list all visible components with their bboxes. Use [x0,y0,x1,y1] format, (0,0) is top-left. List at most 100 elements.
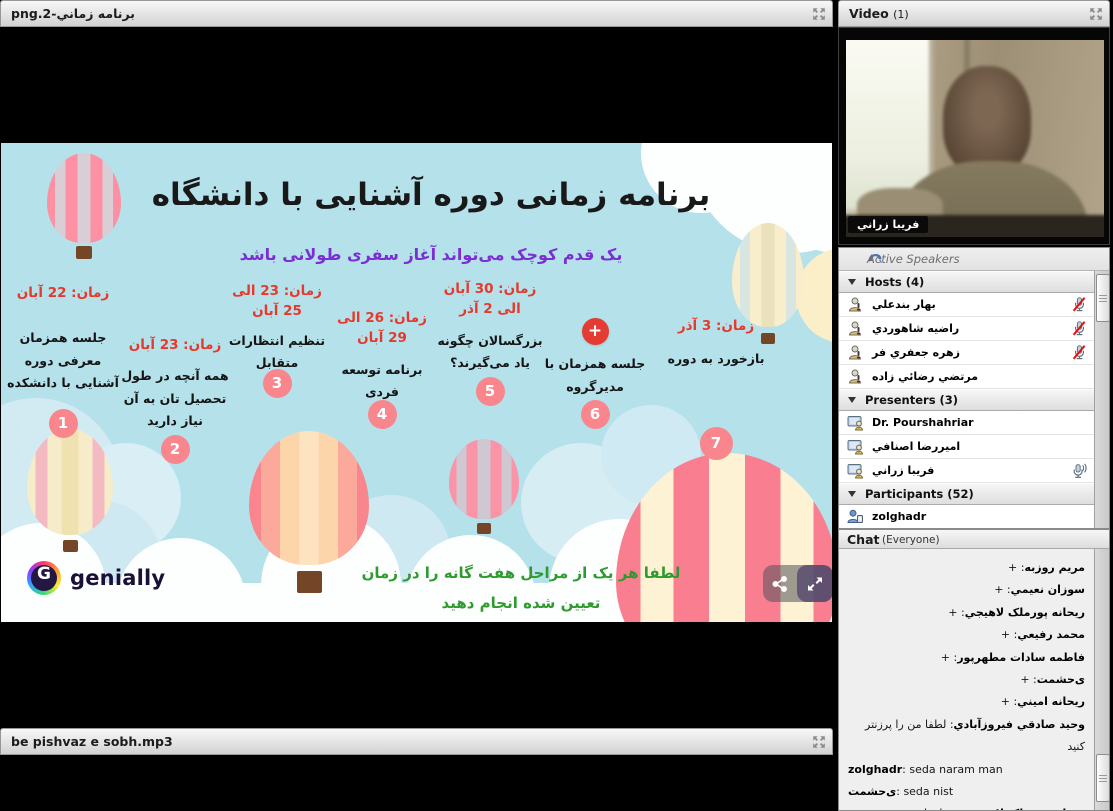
attendee-row[interactable]: Dr. Pourshahriar [839,411,1094,435]
share-pod-title: برنامه زماني-2.png [11,6,135,21]
step-description: همه آنچه در طول تحصیل تان به آن نیاز دار… [119,365,231,433]
chat-sender-name: ی‌حشمت [1037,673,1085,686]
slide-action-buttons [763,565,832,602]
host-role-icon [847,320,864,337]
video-feed [846,40,1104,237]
chat-message: وحيد صادقي فيروزآبادي: لطفا من را پرزنتر… [839,714,1094,759]
attendee-row[interactable]: زهره جعفري فر [839,341,1094,365]
pod-expand-icon-glyph [811,6,827,22]
pod-expand-icon-glyph [1088,6,1104,22]
genially-logo-icon: G [27,561,61,595]
host-role-icon [847,296,864,313]
slide-subtitle: یک قدم کوچک می‌تواند آغاز سفری طولانی با… [151,245,711,264]
chat-message-text: + [1001,628,1010,641]
step-description: برنامه توسعه فردی [331,359,433,404]
conference-window: { "colors": { "accent_red": "#e6392b", "… [0,0,1113,811]
chat-message: محمد رفيعي: + [839,624,1094,646]
attendees-scrollbar[interactable] [1094,271,1109,528]
hot-air-balloon [449,439,519,534]
share-button[interactable] [763,565,797,602]
chat-message: ی‌حشمت: seda nist [839,781,1094,803]
shared-slide: برنامه زمانی دوره آشنایی با دانشگاه یک ق… [1,143,832,622]
share-pod-titlebar: برنامه زماني-2.png [0,0,833,27]
audio-pod-titlebar: be pishvaz e sobh.mp3 [0,728,833,755]
step-date-label: زمان: 30 آبان الی 2 آذر [435,279,545,320]
step-date-label: + [582,318,609,345]
chat-message: ی‌حشمت: + [839,669,1094,691]
presenter-role-icon [847,462,864,479]
attendee-name: زهره جعفري فر [872,346,960,359]
fullscreen-button[interactable] [797,565,832,602]
attendees-scroll-thumb[interactable] [1096,274,1110,322]
genially-logo[interactable]: G genially [27,561,165,595]
chat-sender-name: ريحانه پورملک لاهيجي [965,807,1085,811]
step-description: بازخورد به دوره [651,348,781,371]
chat-title: Chat [847,532,879,547]
chat-message-text: + [941,651,950,664]
step-date-label: زمان: 23 آبان [119,335,231,355]
collapse-triangle-icon [848,397,856,403]
attendee-row[interactable]: راضيه شاهوردي [839,317,1094,341]
step-date-label: زمان: 3 آذر [651,316,781,336]
person-in-video [943,66,1031,176]
chat-sender-name: ريحانه پورملک لاهيجي [965,606,1085,619]
chat-sender-name: وحيد صادقي فيروزآبادي [954,718,1085,731]
timeline-step: زمان: 26 الی 29 آبانبرنامه توسعه فردی4 [331,308,433,429]
chat-message: ريحانه پورملک لاهيجي: + [839,602,1094,624]
video-pod-expand-button[interactable] [1088,6,1104,22]
chat-message-text: صدا نداریم [908,807,957,811]
attendee-name: فريبا زراني [872,464,934,477]
fullscreen-icon [806,575,824,593]
hot-air-balloon [27,429,113,552]
host-role-icon [847,368,864,385]
chat-scope: (Everyone) [882,534,940,546]
step-number-badge: 5 [476,377,505,406]
video-pod-titlebar: Video (1) [838,0,1110,27]
attendee-row[interactable]: مرتضي رضائي زاده [839,365,1094,389]
attendee-section-header[interactable]: Presenters (3) [839,389,1094,411]
timeline-step: زمان: 22 آبانجلسه همزمان معرفی دوره آشنا… [5,283,121,438]
chat-messages: مريم روزبه: +سوزان نعيمي: +ريحانه پورملک… [839,549,1094,811]
chat-message-text: + [1020,673,1029,686]
audio-pod-title: be pishvaz e sobh.mp3 [11,734,173,749]
chat-message: ريحانه اميني: + [839,691,1094,713]
chat-message-text: + [1008,561,1017,574]
chat-scroll-thumb[interactable] [1096,754,1110,802]
chat-pod: Chat (Everyone) مريم روزبه: +سوزان نعيمي… [838,529,1110,811]
attendee-section-header[interactable]: Participants (52) [839,483,1094,505]
chat-sender-name: فاطمه سادات مطهرپور [957,651,1085,664]
attendees-pod: Active Speakers Hosts (4)بهار بندعليراضي… [838,247,1110,529]
chat-message-text: + [1001,695,1010,708]
pod-expand-icon-glyph [811,734,827,750]
attendee-row[interactable]: بهار بندعلي [839,293,1094,317]
collapse-triangle-icon [848,491,856,497]
chat-message-text: seda naram man [909,763,1002,776]
attendee-row[interactable]: فريبا زراني [839,459,1094,483]
attendee-section-header[interactable]: Hosts (4) [839,271,1094,293]
attendee-row[interactable]: zolghadr [839,505,1094,529]
share-pod-expand-button[interactable] [811,6,827,22]
attendee-name: اميررضا اصنافي [872,440,960,453]
chat-sender-name: ی‌حشمت [848,785,896,798]
chat-sender-name: مريم روزبه [1024,561,1085,574]
attendee-row[interactable]: اميررضا اصنافي [839,435,1094,459]
attendee-list: Hosts (4) بهار بندعلي راضيه شاهوردي زهره جع… [839,271,1094,529]
chat-message: مريم روزبه: + [839,557,1094,579]
attendee-name: بهار بندعلي [872,298,936,311]
step-date-label: زمان: 23 الی 25 آبان [227,281,327,322]
timeline-step: زمان: 30 آبان الی 2 آذربزرگسالان چگونه ی… [435,279,545,406]
chat-message: zolghadr: seda naram man [839,759,1094,781]
chat-message: فاطمه سادات مطهرپور: + [839,647,1094,669]
chat-message-text: seda nist [903,785,953,798]
mic-active-icon [1071,462,1088,479]
section-label: Participants (52) [865,487,974,501]
timeline-step: زمان: 3 آذربازخورد به دوره7 [651,316,781,460]
chat-titlebar: Chat (Everyone) [839,530,1109,549]
attendee-name: مرتضي رضائي زاده [872,370,978,383]
chat-sender-name: محمد رفيعي [1017,628,1085,641]
audio-pod-expand-button[interactable] [811,734,827,750]
attendee-name: راضيه شاهوردي [872,322,959,335]
host-role-icon [847,344,864,361]
chat-scrollbar[interactable] [1094,549,1109,810]
video-count: (1) [893,8,909,21]
